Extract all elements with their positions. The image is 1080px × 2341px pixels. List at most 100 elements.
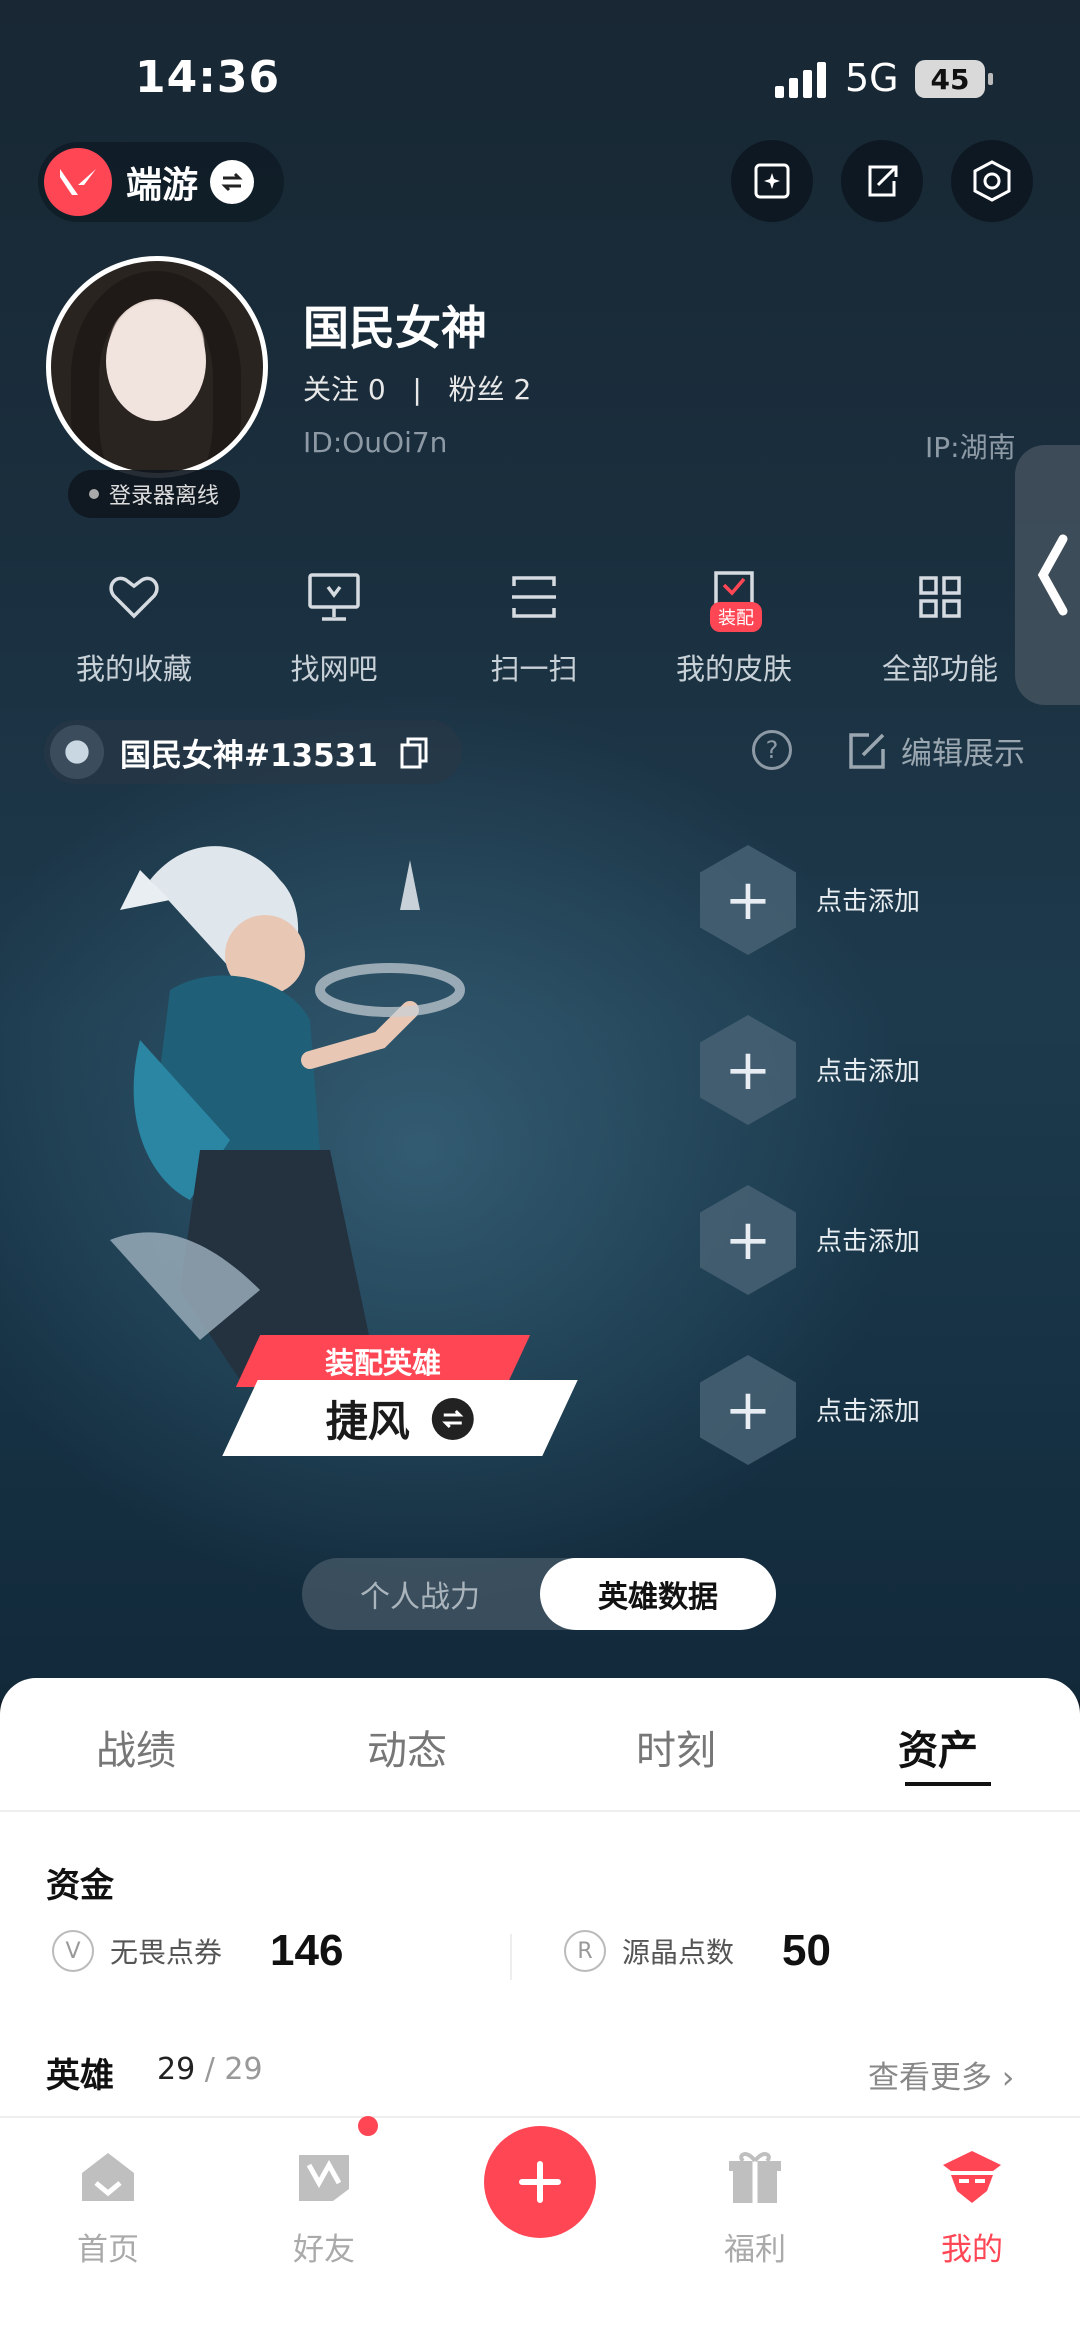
add-card-icon: [754, 163, 790, 199]
quick-action-label: 全部功能: [881, 652, 998, 686]
nav-home[interactable]: 首页: [38, 2142, 178, 2269]
quick-action-all[interactable]: 全部功能: [840, 562, 1040, 688]
share-button[interactable]: [841, 140, 923, 222]
plus-icon: +: [700, 1185, 796, 1295]
login-status-badge: 登录器离线: [68, 470, 240, 518]
heroes-count-sep: /: [195, 2052, 225, 2087]
battery-icon: 45: [915, 60, 993, 98]
add-slot-1[interactable]: + 点击添加: [700, 845, 1000, 965]
currency-label: 源晶点数: [622, 1936, 735, 1969]
quick-action-label: 找网吧: [290, 652, 378, 686]
edit-icon: [849, 732, 885, 769]
radianite-icon: R: [564, 1930, 606, 1972]
currency-value: 146: [270, 1926, 344, 1975]
tab-assets[interactable]: 资产: [898, 1718, 978, 1776]
hero-name-switch[interactable]: 捷风: [222, 1380, 578, 1456]
bottom-nav: 首页 好友 福利 我的: [0, 2116, 1080, 2341]
currency-vp: V 无畏点券 146: [52, 1926, 343, 1976]
edit-display-button[interactable]: 编辑展示: [845, 728, 1025, 773]
data-view-toggle: 个人战力 英雄数据: [302, 1558, 776, 1630]
agent-profile-icon: [943, 2151, 1001, 2203]
heroes-title: 英雄: [46, 2056, 114, 2096]
nav-label: 好友: [293, 2232, 355, 2268]
copy-icon[interactable]: [398, 735, 432, 769]
settings-hexagon-icon: [973, 160, 1011, 202]
currency-radianite: R 源晶点数 50: [564, 1926, 831, 1976]
user-name: 国民女神: [303, 301, 487, 355]
divider: [0, 1810, 1080, 1812]
add-post-button[interactable]: [731, 140, 813, 222]
quick-action-netcafe[interactable]: 找网吧: [234, 562, 434, 688]
monitor-icon: [308, 573, 360, 621]
skin-badge: 装配: [710, 602, 762, 632]
user-id: ID:OuOi7n: [303, 426, 448, 459]
quick-action-label: 我的收藏: [75, 652, 192, 686]
plus-icon: +: [700, 1355, 796, 1465]
home-icon: [82, 2153, 134, 2201]
heart-icon: [109, 576, 159, 619]
vp-icon: V: [52, 1930, 94, 1972]
toggle-hero-data[interactable]: 英雄数据: [540, 1558, 776, 1630]
plus-icon: [519, 2161, 561, 2203]
add-slot-label: 点击添加: [816, 1397, 921, 1427]
currency-label: 无畏点券: [110, 1936, 223, 1969]
add-slot-label: 点击添加: [816, 1057, 921, 1087]
ip-location: IP:湖南: [925, 431, 1016, 464]
scan-icon: [512, 576, 556, 618]
app-label: 端游: [126, 165, 199, 206]
valorant-logo-icon: [44, 148, 112, 216]
toggle-personal-power[interactable]: 个人战力: [302, 1558, 538, 1630]
equipped-hero-label: 装配英雄: [324, 1346, 441, 1380]
add-slot-2[interactable]: + 点击添加: [700, 1015, 1000, 1135]
hero-name: 捷风: [325, 1396, 410, 1446]
swap-icon: [210, 160, 255, 204]
edit-display-label: 编辑展示: [901, 736, 1025, 772]
nav-label: 福利: [724, 2232, 786, 2268]
login-status-text: 登录器离线: [108, 484, 219, 509]
swap-hero-icon: [432, 1397, 474, 1439]
tab-records[interactable]: 战绩: [96, 1718, 176, 1776]
nav-label: 首页: [77, 2232, 139, 2268]
quick-action-scan[interactable]: 扫一扫: [434, 562, 634, 688]
battery-level: 45: [930, 62, 970, 96]
active-tab-indicator: [905, 1782, 991, 1786]
quick-action-label: 我的皮肤: [675, 652, 792, 686]
friends-icon: [299, 2155, 349, 2201]
add-slot-label: 点击添加: [816, 1227, 921, 1257]
nav-welfare[interactable]: 福利: [685, 2142, 825, 2269]
small-avatar: [50, 725, 104, 779]
quick-action-favorites[interactable]: 我的收藏: [34, 562, 234, 688]
heroes-count: 29 / 29: [157, 2052, 263, 2087]
plus-icon: +: [700, 845, 796, 955]
tab-feed[interactable]: 动态: [367, 1718, 447, 1776]
divider: [510, 1934, 512, 1980]
see-more-link[interactable]: 查看更多 ›: [868, 2052, 1014, 2097]
riot-id-pill[interactable]: 国民女神#13531: [44, 720, 462, 784]
grid-icon: [919, 576, 961, 618]
nav-mine[interactable]: 我的: [902, 2142, 1042, 2269]
share-icon: [868, 165, 898, 197]
currency-value: 50: [782, 1926, 831, 1975]
tab-moments[interactable]: 时刻: [636, 1718, 716, 1776]
settings-button[interactable]: [951, 140, 1033, 222]
heroes-total: 29: [224, 2052, 263, 2087]
add-slot-3[interactable]: + 点击添加: [700, 1185, 1000, 1305]
follow-stats[interactable]: 关注 0 | 粉丝 2: [303, 368, 531, 408]
quick-action-label: 扫一扫: [490, 652, 578, 686]
nav-label: 我的: [941, 2232, 1003, 2268]
nav-friends[interactable]: 好友: [254, 2142, 394, 2269]
riot-id-text: 国民女神#13531: [120, 737, 378, 774]
heroes-owned: 29: [157, 2052, 196, 2087]
tab-bar: 战绩 动态 时刻 资产: [0, 1718, 1080, 1788]
game-switch-button[interactable]: 端游: [38, 142, 284, 222]
plus-icon: +: [700, 1015, 796, 1125]
signal-icon: [775, 60, 831, 98]
quick-action-skins[interactable]: 装配 我的皮肤: [634, 562, 834, 688]
funds-title: 资金: [46, 1866, 114, 1906]
status-time: 14:36: [135, 52, 281, 103]
help-icon[interactable]: ?: [752, 730, 792, 770]
add-slot-4[interactable]: + 点击添加: [700, 1355, 1000, 1475]
gift-icon: [729, 2152, 781, 2203]
avatar[interactable]: [46, 256, 268, 478]
create-button[interactable]: [484, 2126, 596, 2238]
